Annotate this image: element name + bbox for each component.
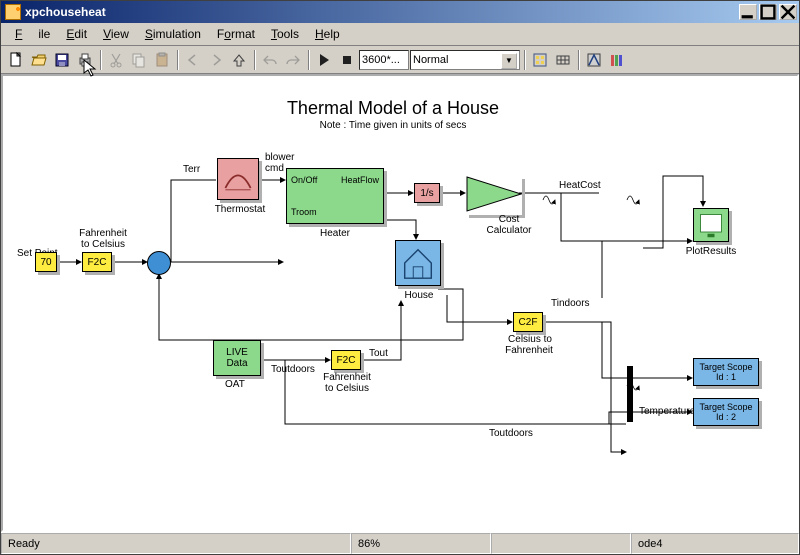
f2c1-block[interactable]: F2C	[82, 252, 112, 272]
oat-block[interactable]: LIVE Data	[213, 340, 261, 376]
paste-icon[interactable]	[151, 49, 173, 71]
app-icon	[5, 4, 21, 20]
integrator-block[interactable]: 1/s	[414, 183, 440, 203]
nav-up-icon[interactable]	[228, 49, 250, 71]
close-button[interactable]	[779, 4, 797, 20]
play-icon[interactable]	[313, 49, 335, 71]
thermostat-label: Thermostat	[213, 204, 267, 215]
minimize-button[interactable]	[739, 4, 757, 20]
menubar: File Edit View Simulation Format Tools H…	[1, 23, 799, 46]
heater-block[interactable]: On/Off HeatFlow Troom	[286, 168, 384, 224]
mouse-cursor-icon	[83, 59, 99, 79]
tindoors-label: Tindoors	[551, 298, 590, 309]
f2c2-top-label: Fahrenheit	[319, 372, 375, 383]
open-icon[interactable]	[28, 49, 50, 71]
menu-simulation[interactable]: Simulation	[137, 25, 209, 43]
toutdoors2-label: Toutdoors	[489, 428, 533, 439]
tout-label: Tout	[369, 348, 388, 359]
cost-calculator-block[interactable]	[466, 176, 522, 215]
copy-icon[interactable]	[128, 49, 150, 71]
heatcost-label: HeatCost	[559, 180, 601, 191]
blower-label2: cmd	[265, 163, 284, 174]
constant-set-point[interactable]: 70	[35, 252, 57, 272]
oat-label: OAT	[225, 379, 245, 390]
cost-label1: Cost	[489, 214, 529, 225]
plot-results-block[interactable]	[693, 208, 729, 242]
stop-icon[interactable]	[336, 49, 358, 71]
target-scope-2[interactable]: Target Scope Id : 2	[693, 398, 759, 426]
cost-label2: Calculator	[481, 225, 537, 236]
nav-back-icon[interactable]	[182, 49, 204, 71]
menu-edit[interactable]: Edit	[58, 25, 95, 43]
model-canvas[interactable]: Thermal Model of a House Note : Time giv…	[1, 74, 799, 532]
toutdoors-label: Toutdoors	[271, 364, 315, 375]
maximize-button[interactable]	[759, 4, 777, 20]
menu-help[interactable]: Help	[307, 25, 348, 43]
house-label: House	[401, 290, 437, 301]
sum-block[interactable]	[147, 251, 171, 275]
titlebar: xpchouseheat	[1, 1, 799, 23]
redo-icon[interactable]	[282, 49, 304, 71]
c2f-block[interactable]: C2F	[513, 312, 543, 332]
heater-label: Heater	[313, 228, 357, 239]
toolbar: 3600*... Normal	[1, 46, 799, 74]
build-icon[interactable]	[583, 49, 605, 71]
library-icon[interactable]	[606, 49, 628, 71]
terr-label: Terr	[183, 164, 200, 175]
tool1-icon[interactable]	[529, 49, 551, 71]
window-title: xpchouseheat	[25, 5, 106, 19]
mux-block[interactable]	[627, 366, 633, 422]
temperatures-label: Temperatures	[639, 406, 700, 417]
simulation-mode-select[interactable]: Normal	[410, 50, 520, 70]
target-scope-1[interactable]: Target Scope Id : 1	[693, 358, 759, 386]
blower-label: blower	[265, 152, 294, 163]
menu-view[interactable]: View	[95, 25, 137, 43]
f2c2-block[interactable]: F2C	[331, 350, 361, 370]
tool2-icon[interactable]	[552, 49, 574, 71]
f2c1-label-top: Fahrenheit	[75, 228, 131, 239]
statusbar: Ready 86% ode4	[1, 532, 799, 554]
c2f-label2: Fahrenheit	[501, 345, 557, 356]
status-blank	[491, 533, 631, 554]
cut-icon[interactable]	[105, 49, 127, 71]
nav-forward-icon[interactable]	[205, 49, 227, 71]
menu-format[interactable]: Format	[209, 25, 263, 43]
menu-file[interactable]: File	[7, 25, 58, 43]
save-icon[interactable]	[51, 49, 73, 71]
heater-heatflow-port: HeatFlow	[341, 175, 379, 185]
wires	[3, 76, 773, 526]
house-block[interactable]	[395, 240, 441, 286]
plot-results-label: PlotResults	[683, 246, 739, 257]
heater-onoff-port: On/Off	[291, 175, 317, 185]
menu-tools[interactable]: Tools	[263, 25, 307, 43]
thermostat-block[interactable]	[217, 158, 259, 200]
status-solver: ode4	[631, 533, 799, 554]
diagram-title: Thermal Model of a House	[233, 98, 553, 119]
f2c2-bot-label: to Celsius	[319, 383, 375, 394]
new-icon[interactable]	[5, 49, 27, 71]
status-ready: Ready	[1, 533, 351, 554]
stop-time-input[interactable]: 3600*...	[359, 50, 409, 70]
diagram-subtitle: Note : Time given in units of secs	[283, 120, 503, 131]
c2f-label1: Celsius to	[505, 334, 555, 345]
f2c1-label-bot: to Celsius	[75, 239, 131, 250]
heater-troom-port: Troom	[291, 207, 317, 217]
status-zoom: 86%	[351, 533, 491, 554]
undo-icon[interactable]	[259, 49, 281, 71]
